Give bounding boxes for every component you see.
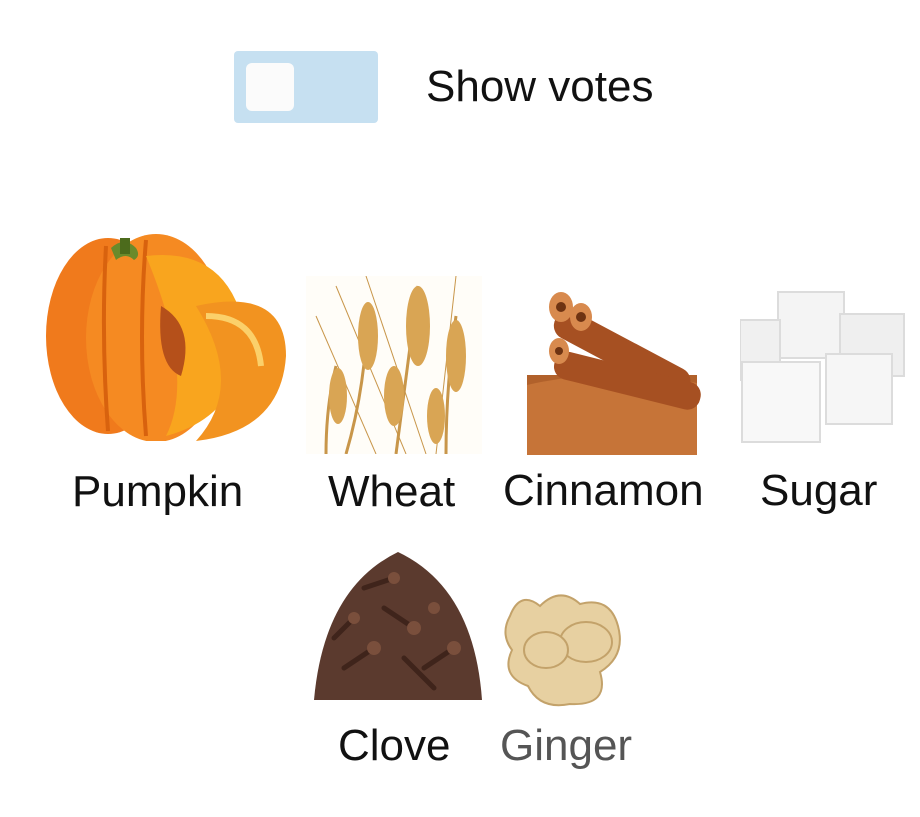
option-clove[interactable]: Clove — [314, 548, 482, 778]
option-label: Cinnamon — [503, 466, 704, 515]
show-votes-toggle[interactable] — [234, 51, 378, 123]
show-votes-row: Show votes — [234, 51, 694, 123]
option-label: Clove — [338, 721, 451, 770]
option-wheat[interactable]: Wheat — [306, 276, 482, 526]
option-label: Pumpkin — [72, 467, 244, 516]
option-pumpkin[interactable]: Pumpkin — [46, 226, 286, 526]
wheat-image — [306, 276, 482, 454]
clove-image — [314, 552, 482, 700]
option-ginger[interactable]: Ginger — [500, 586, 640, 778]
option-label: Ginger — [500, 721, 633, 770]
option-sugar[interactable]: Sugar — [740, 290, 908, 526]
option-label: Wheat — [328, 467, 456, 516]
pumpkin-image — [46, 234, 286, 441]
cinnamon-image — [527, 292, 701, 455]
option-cinnamon[interactable]: Cinnamon — [503, 285, 723, 525]
show-votes-label: Show votes — [426, 62, 654, 111]
sugar-image — [740, 291, 905, 443]
toggle-knob[interactable] — [246, 63, 294, 111]
ginger-image — [504, 594, 621, 707]
option-label: Sugar — [760, 466, 878, 515]
